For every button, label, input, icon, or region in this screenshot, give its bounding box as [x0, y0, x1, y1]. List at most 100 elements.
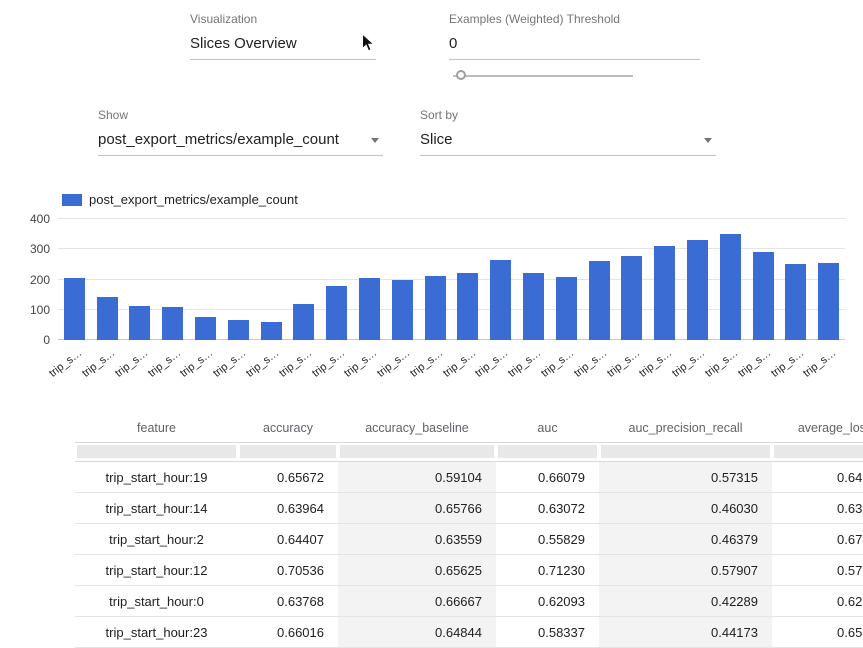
metric-cell: 0.44173 [599, 617, 772, 648]
bar[interactable] [392, 280, 413, 341]
bar-slot [452, 219, 485, 340]
metric-cell: 0.63559 [338, 524, 496, 555]
chevron-down-icon [704, 138, 712, 143]
bar[interactable] [818, 263, 839, 340]
threshold-slider[interactable] [453, 69, 633, 83]
threshold-value: 0 [449, 35, 457, 52]
sort-by-select[interactable]: Slice [420, 127, 716, 156]
column-filter-input[interactable] [601, 445, 770, 458]
column-filter-input[interactable] [498, 445, 597, 458]
metric-cell: 0.57907 [599, 555, 772, 586]
bar-slot [681, 219, 714, 340]
table-row[interactable]: trip_start_hour:140.639640.657660.630720… [75, 493, 863, 524]
metric-cell: 0.64844 [338, 617, 496, 648]
metric-cell: 0.55829 [496, 524, 599, 555]
bar[interactable] [129, 306, 150, 340]
table-row[interactable]: trip_start_hour:00.637680.666670.620930.… [75, 586, 863, 617]
bar[interactable] [589, 261, 610, 340]
x-axis-label: trip_s… [47, 347, 84, 380]
column-filter-input[interactable] [77, 445, 236, 458]
column-header-auc[interactable]: auc [496, 413, 599, 443]
bar[interactable] [228, 320, 249, 340]
legend-label: post_export_metrics/example_count [89, 192, 298, 207]
bar[interactable] [490, 260, 511, 340]
column-filter-input[interactable] [774, 445, 863, 458]
bar[interactable] [523, 273, 544, 340]
bar[interactable] [654, 246, 675, 340]
feature-cell: trip_start_hour:0 [75, 586, 238, 617]
metric-cell: 0.46379 [599, 524, 772, 555]
bar-slot [780, 219, 813, 340]
bar[interactable] [97, 297, 118, 340]
bar-slot [156, 219, 189, 340]
metric-cell: 0.71230 [496, 555, 599, 586]
bar-slot [288, 219, 321, 340]
column-filter-input[interactable] [240, 445, 336, 458]
bar[interactable] [687, 240, 708, 340]
table-row[interactable]: trip_start_hour:20.644070.635590.558290.… [75, 524, 863, 555]
x-label-slot: trip_s… [124, 340, 157, 388]
visualization-select[interactable]: Slices Overview [190, 31, 376, 60]
visualization-control: Visualization Slices Overview [190, 12, 376, 60]
metric-cell: 0.57703 [772, 555, 863, 586]
threshold-control: Examples (Weighted) Threshold 0 [449, 12, 700, 60]
x-axis: trip_s…trip_s…trip_s…trip_s…trip_s…trip_… [58, 340, 845, 388]
bar[interactable] [64, 278, 85, 340]
bar[interactable] [195, 317, 216, 340]
bars [58, 219, 845, 340]
table-row[interactable]: trip_start_hour:190.656720.591040.660790… [75, 462, 863, 493]
x-label-slot: trip_s… [747, 340, 780, 388]
column-filter-input[interactable] [340, 445, 494, 458]
chart-legend: post_export_metrics/example_count [62, 192, 298, 207]
bar[interactable] [556, 277, 577, 340]
bar-slot [419, 219, 452, 340]
x-label-slot: trip_s… [550, 340, 583, 388]
slider-track [453, 75, 633, 77]
visualization-value: Slices Overview [190, 35, 297, 52]
bar-slot [189, 219, 222, 340]
bar-slot [714, 219, 747, 340]
metric-cell: 0.63768 [238, 586, 338, 617]
bar[interactable] [720, 234, 741, 340]
bar[interactable] [293, 304, 314, 340]
bar-slot [353, 219, 386, 340]
column-header-feature[interactable]: feature [75, 413, 238, 443]
bar[interactable] [326, 286, 347, 340]
legend-color-swatch [62, 194, 82, 206]
metric-cell: 0.66079 [496, 462, 599, 493]
x-label-slot: trip_s… [222, 340, 255, 388]
bar[interactable] [457, 273, 478, 340]
bar[interactable] [621, 256, 642, 340]
slider-handle[interactable] [456, 70, 466, 80]
metric-cell: 0.70536 [238, 555, 338, 586]
metric-cell: 0.62093 [496, 586, 599, 617]
column-header-average_loss[interactable]: average_loss [772, 413, 863, 443]
bar[interactable] [785, 264, 806, 340]
metrics-table: featureaccuracyaccuracy_baselineaucauc_p… [75, 413, 863, 648]
column-header-accuracy_baseline[interactable]: accuracy_baseline [338, 413, 496, 443]
x-label-slot: trip_s… [583, 340, 616, 388]
show-select[interactable]: post_export_metrics/example_count [98, 127, 383, 156]
show-control: Show post_export_metrics/example_count [98, 108, 383, 156]
metric-cell: 0.42289 [599, 586, 772, 617]
metric-cell: 0.46030 [599, 493, 772, 524]
feature-cell: trip_start_hour:23 [75, 617, 238, 648]
bar[interactable] [425, 276, 446, 340]
table-body: trip_start_hour:190.656720.591040.660790… [75, 462, 863, 648]
slices-overview-app: Visualization Slices Overview Examples (… [0, 0, 863, 626]
bar[interactable] [261, 322, 282, 340]
bar-slot [812, 219, 845, 340]
threshold-input[interactable]: 0 [449, 31, 700, 60]
table-row[interactable]: trip_start_hour:120.705360.656250.712300… [75, 555, 863, 586]
metric-cell: 0.58337 [496, 617, 599, 648]
column-header-auc_precision_recall[interactable]: auc_precision_recall [599, 413, 772, 443]
y-axis-tick: 400 [6, 212, 50, 226]
bar[interactable] [359, 278, 380, 340]
metric-cell: 0.57315 [599, 462, 772, 493]
column-header-accuracy[interactable]: accuracy [238, 413, 338, 443]
chevron-down-icon [371, 138, 379, 143]
table-row[interactable]: trip_start_hour:230.660160.648440.583370… [75, 617, 863, 648]
bar[interactable] [162, 307, 183, 340]
show-label: Show [98, 108, 383, 122]
bar[interactable] [753, 252, 774, 340]
